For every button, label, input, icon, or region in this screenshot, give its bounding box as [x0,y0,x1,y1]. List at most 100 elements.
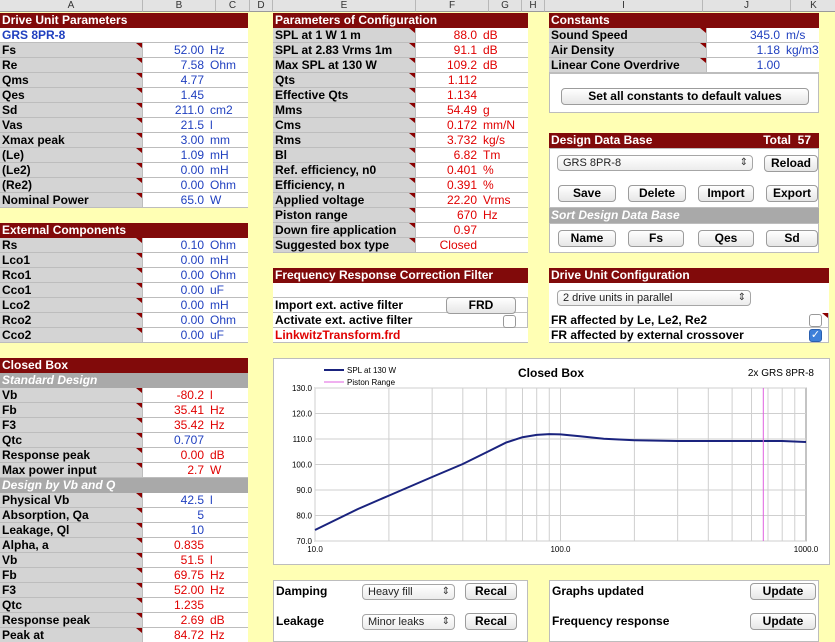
drive-param-value[interactable]: 7.58 [143,58,207,72]
constants-panel: Constants Sound Speed 345.0 m/s Air Density… [549,13,819,73]
vbq-design-value[interactable]: 42.5 [143,493,207,507]
vbq-design-label: Peak at [0,628,143,642]
column-header-b[interactable]: B [143,0,216,12]
sort-qes-button[interactable]: Qes [698,230,754,247]
set-defaults-button[interactable]: Set all constants to default values [561,88,809,105]
column-header-d[interactable]: D [250,0,273,12]
config-param-value[interactable]: 1.112 [416,73,480,87]
standard-design-value[interactable]: 35.41 [143,403,207,417]
external-component-value[interactable]: 0.10 [143,238,207,252]
external-component-value[interactable]: 0.00 [143,298,207,312]
constant-value[interactable]: 345.0 [707,28,783,42]
constant-value[interactable]: 1.00 [707,58,783,72]
external-component-value[interactable]: 0.00 [143,328,207,342]
standard-design-value[interactable]: -80.2 [143,388,207,402]
config-param-value[interactable]: 6.82 [416,148,480,162]
recal-leakage-button[interactable]: Recal [465,613,517,630]
drive-param-value[interactable]: 0.00 [143,178,207,192]
recal-damping-button[interactable]: Recal [465,583,517,600]
save-button[interactable]: Save [558,185,616,202]
filter-file[interactable]: LinkwitzTransform.frd [273,328,400,342]
drive-param-value[interactable]: 3.00 [143,133,207,147]
vbq-design-unit [207,523,248,537]
drive-param-value[interactable]: 1.45 [143,88,207,102]
vbq-design-value[interactable]: 0.835 [143,538,207,552]
column-header-j[interactable]: J [703,0,791,12]
drive-unit-rows: Fs 52.00 Hz Re 7.58 Ohm Qms 4.77 Qes 1.45 Sd 211.0 c… [0,43,248,208]
sort-name-button[interactable]: Name [558,230,616,247]
vbq-design-value[interactable]: 5 [143,508,207,522]
config-param-value[interactable]: Closed [416,238,480,252]
drive-param-value[interactable]: 65.0 [143,193,207,207]
column-header-i[interactable]: I [545,0,703,12]
config-param-value[interactable]: 0.401 [416,163,480,177]
config-param-value[interactable]: 0.172 [416,118,480,132]
le-checkbox[interactable] [809,314,822,327]
drive-param-label: Nominal Power [0,193,143,207]
column-header-e[interactable]: E [273,0,416,12]
config-param-value[interactable]: 88.0 [416,28,480,42]
export-button[interactable]: Export [766,185,818,202]
design-select[interactable]: GRS 8PR-8 [557,155,753,171]
damping-select[interactable]: Heavy fill [362,584,455,600]
drive-param-value[interactable]: 4.77 [143,73,207,87]
config-param-value[interactable]: 0.391 [416,178,480,192]
column-header-h[interactable]: H [522,0,545,12]
drive-param-value[interactable]: 1.09 [143,148,207,162]
config-param-value[interactable]: 22.20 [416,193,480,207]
leakage-select[interactable]: Minor leaks [362,614,455,630]
config-param-value[interactable]: 0.97 [416,223,480,237]
drive-model[interactable]: GRS 8PR-8 [0,28,65,42]
vbq-design-value[interactable]: 69.75 [143,568,207,582]
reload-button[interactable]: Reload [764,155,818,172]
import-button[interactable]: Import [698,185,754,202]
config-param-value[interactable]: 670 [416,208,480,222]
vbq-design-value[interactable]: 52.00 [143,583,207,597]
update-frequency-button[interactable]: Update [750,613,816,630]
crossover-checkbox[interactable]: ✓ [809,329,822,342]
legend-label: Piston Range [347,378,396,387]
drive-param-value[interactable]: 21.5 [143,118,207,132]
config-param-value[interactable]: 3.732 [416,133,480,147]
sort-fs-button[interactable]: Fs [628,230,684,247]
vbq-design-value[interactable]: 51.5 [143,553,207,567]
external-component-value[interactable]: 0.00 [143,283,207,297]
standard-design-value[interactable]: 0.00 [143,448,207,462]
drive-config-select[interactable]: 2 drive units in parallel [557,290,751,306]
config-param-value[interactable]: 54.49 [416,103,480,117]
delete-button[interactable]: Delete [628,185,686,202]
sort-sd-button[interactable]: Sd [766,230,818,247]
vbq-design-value[interactable]: 84.72 [143,628,207,642]
config-param-label: Down fire application [273,223,416,237]
update-graphs-button[interactable]: Update [750,583,816,600]
drive-param-value[interactable]: 52.00 [143,43,207,57]
activate-filter-checkbox[interactable] [503,315,516,328]
drive-param-value[interactable]: 0.00 [143,163,207,177]
standard-design-value[interactable]: 2.7 [143,463,207,477]
frd-button[interactable]: FRD [446,297,516,314]
column-header-k[interactable]: K [791,0,835,12]
config-param-value[interactable]: 91.1 [416,43,480,57]
standard-design-label: Qtc [0,433,143,447]
vbq-design-value[interactable]: 2.69 [143,613,207,627]
config-param-value[interactable]: 1.134 [416,88,480,102]
vbq-design-value[interactable]: 1.235 [143,598,207,612]
column-header-g[interactable]: G [489,0,522,12]
drive-param-row: Nominal Power 65.0 W [0,193,248,208]
constant-unit [783,58,819,72]
external-component-value[interactable]: 0.00 [143,313,207,327]
database-header: Design Data Base Total 57 [549,133,819,148]
standard-design-value[interactable]: 0.707 [143,433,207,447]
column-header-c[interactable]: C [216,0,250,12]
column-header-f[interactable]: F [416,0,489,12]
external-component-value[interactable]: 0.00 [143,268,207,282]
external-component-label: Rco1 [0,268,143,282]
drive-param-value[interactable]: 211.0 [143,103,207,117]
vbq-design-value[interactable]: 10 [143,523,207,537]
standard-design-value[interactable]: 35.42 [143,418,207,432]
config-param-value[interactable]: 109.2 [416,58,480,72]
constant-value[interactable]: 1.18 [707,43,783,57]
column-header-a[interactable]: A [0,0,143,12]
external-component-value[interactable]: 0.00 [143,253,207,267]
drive-model-row[interactable]: GRS 8PR-8 [0,28,248,43]
